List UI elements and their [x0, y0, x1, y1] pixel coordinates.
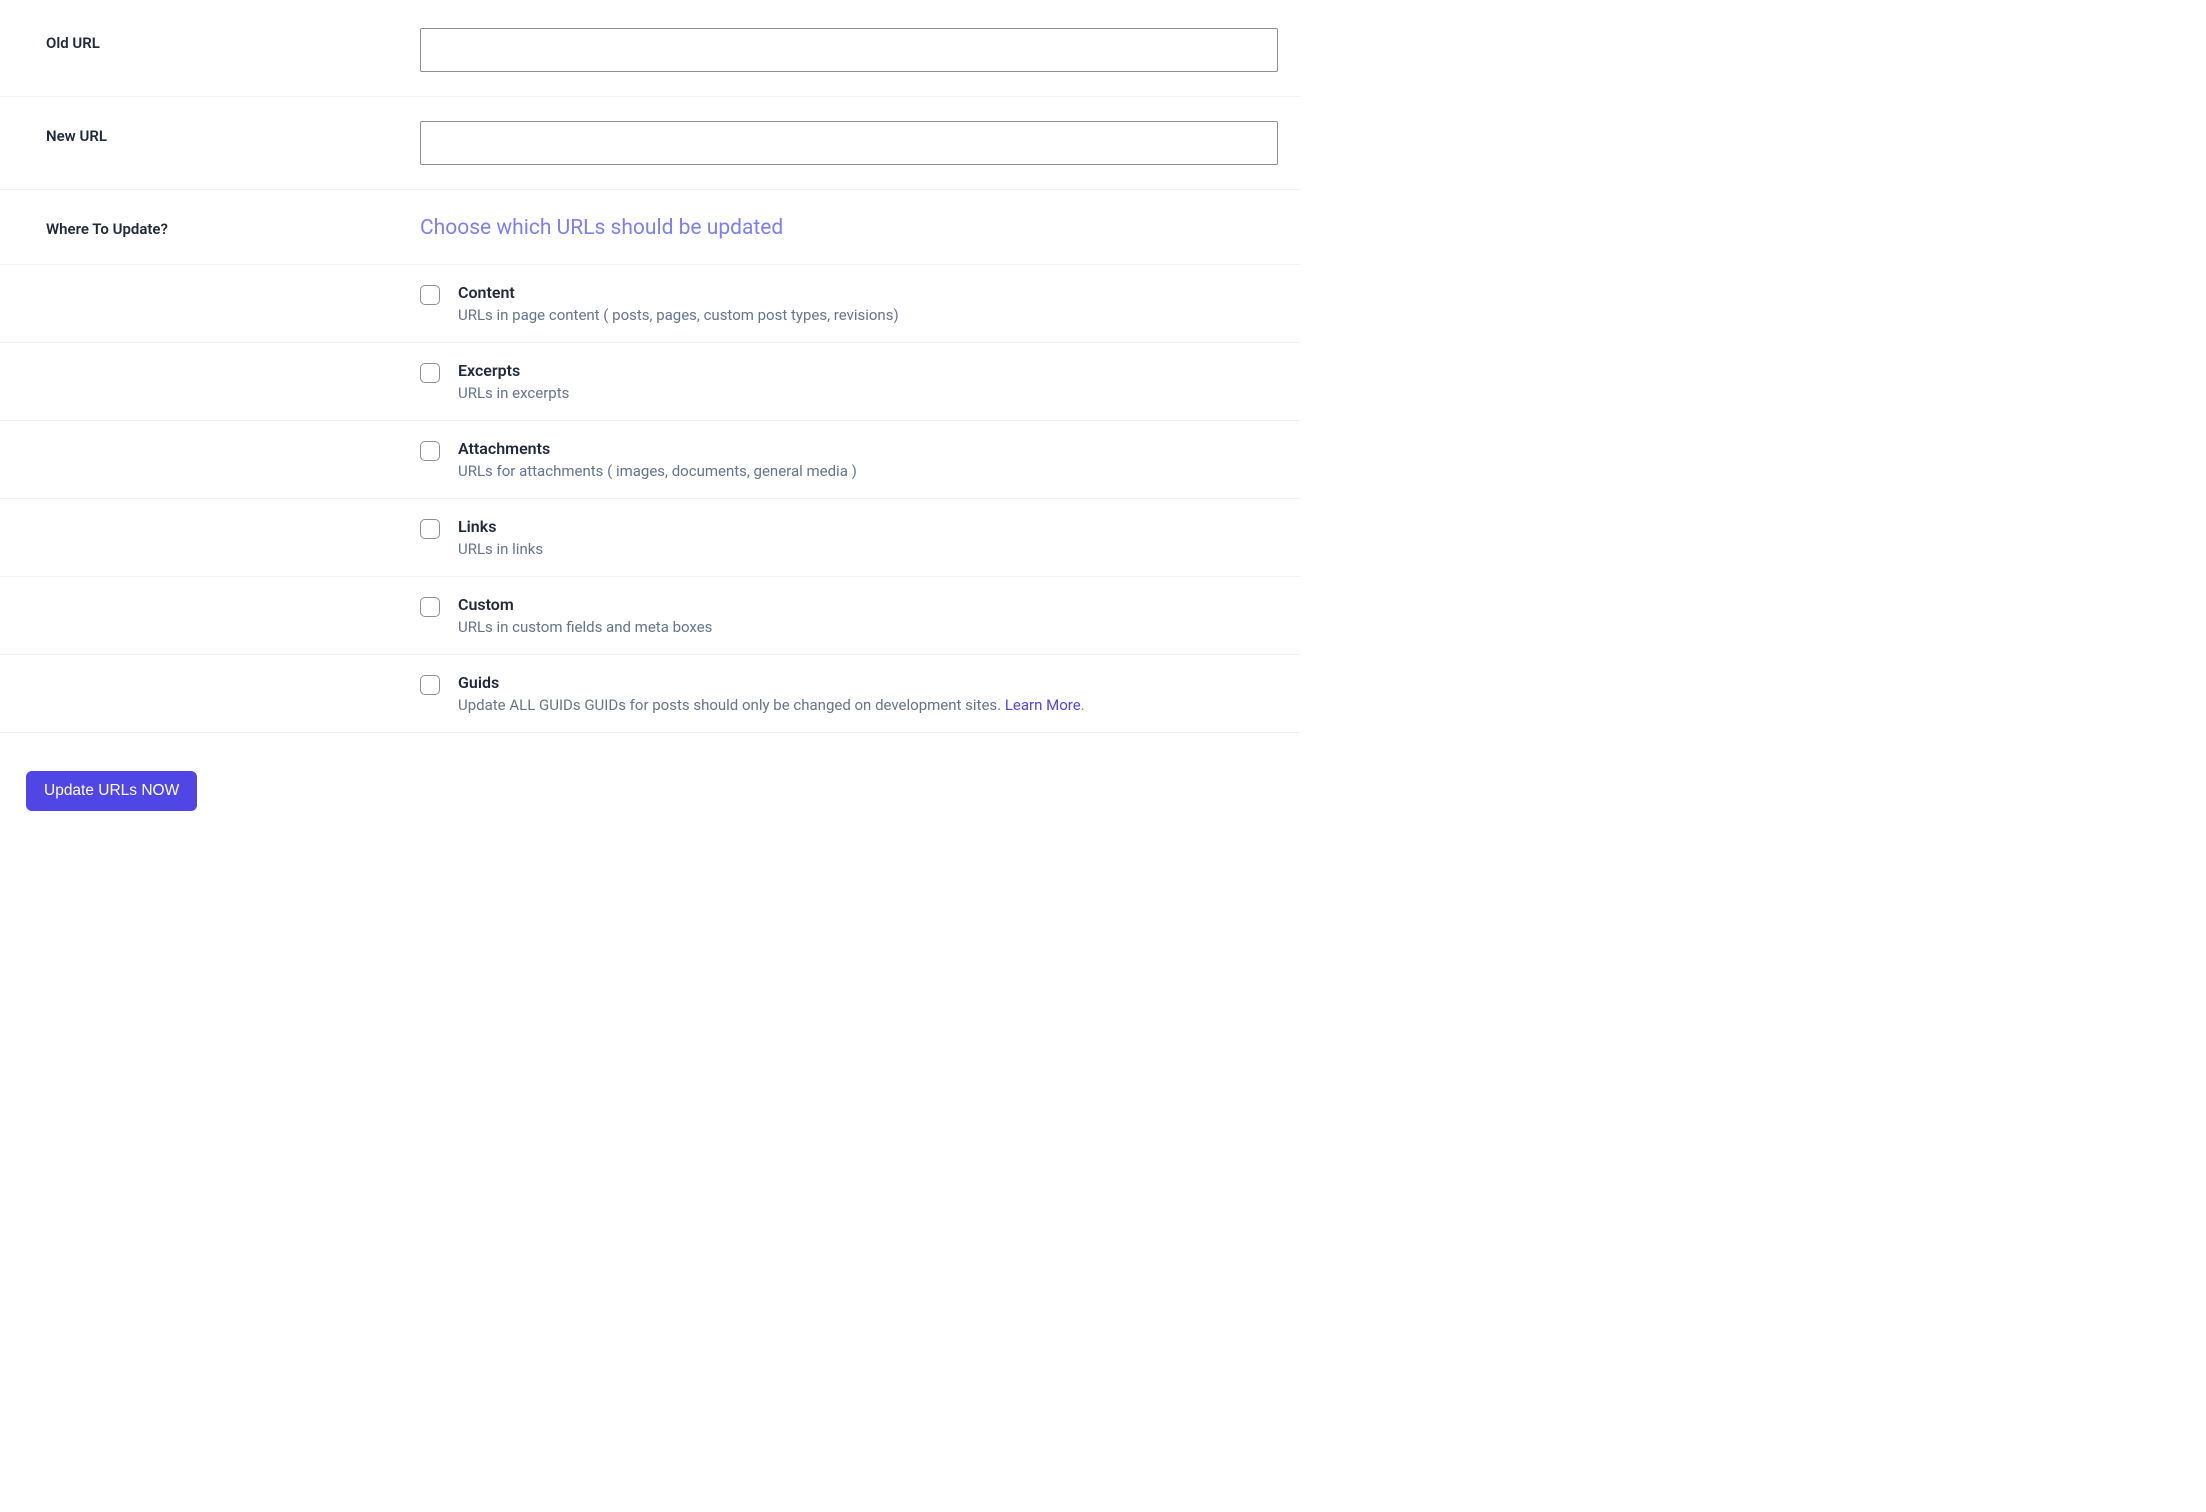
option-content-title: Content	[458, 283, 899, 302]
option-links-desc: URLs in links	[458, 540, 543, 558]
old-url-label: Old URL	[46, 34, 100, 52]
option-excerpts-title: Excerpts	[458, 361, 569, 380]
option-guids-title: Guids	[458, 673, 1085, 692]
where-to-update-row: Where To Update? Choose which URLs shoul…	[0, 190, 1300, 265]
old-url-input[interactable]	[420, 28, 1278, 72]
new-url-row: New URL	[0, 97, 1300, 190]
new-url-label: New URL	[46, 127, 107, 145]
option-content-row: Content URLs in page content ( posts, pa…	[0, 265, 1300, 343]
update-urls-button[interactable]: Update URLs NOW	[26, 771, 197, 811]
option-excerpts-row: Excerpts URLs in excerpts	[0, 343, 1300, 421]
checkbox-guids[interactable]	[420, 675, 440, 695]
option-excerpts-desc: URLs in excerpts	[458, 384, 569, 402]
checkbox-links[interactable]	[420, 519, 440, 539]
new-url-input[interactable]	[420, 121, 1278, 165]
checkbox-content[interactable]	[420, 285, 440, 305]
option-guids-desc: Update ALL GUIDs GUIDs for posts should …	[458, 696, 1085, 714]
option-custom-desc: URLs in custom fields and meta boxes	[458, 618, 712, 636]
option-links-title: Links	[458, 517, 543, 536]
option-links-row: Links URLs in links	[0, 499, 1300, 577]
option-attachments-desc: URLs for attachments ( images, documents…	[458, 462, 857, 480]
option-custom-row: Custom URLs in custom fields and meta bo…	[0, 577, 1300, 655]
learn-more-link[interactable]: Learn More	[1005, 696, 1081, 714]
where-to-update-heading: Choose which URLs should be updated	[420, 214, 1280, 240]
option-guids-row: Guids Update ALL GUIDs GUIDs for posts s…	[0, 655, 1300, 733]
option-custom-title: Custom	[458, 595, 712, 614]
checkbox-attachments[interactable]	[420, 441, 440, 461]
option-attachments-title: Attachments	[458, 439, 857, 458]
old-url-row: Old URL	[0, 0, 1300, 97]
option-attachments-row: Attachments URLs for attachments ( image…	[0, 421, 1300, 499]
checkbox-custom[interactable]	[420, 597, 440, 617]
option-content-desc: URLs in page content ( posts, pages, cus…	[458, 306, 899, 324]
checkbox-excerpts[interactable]	[420, 363, 440, 383]
where-to-update-label: Where To Update?	[46, 220, 168, 238]
